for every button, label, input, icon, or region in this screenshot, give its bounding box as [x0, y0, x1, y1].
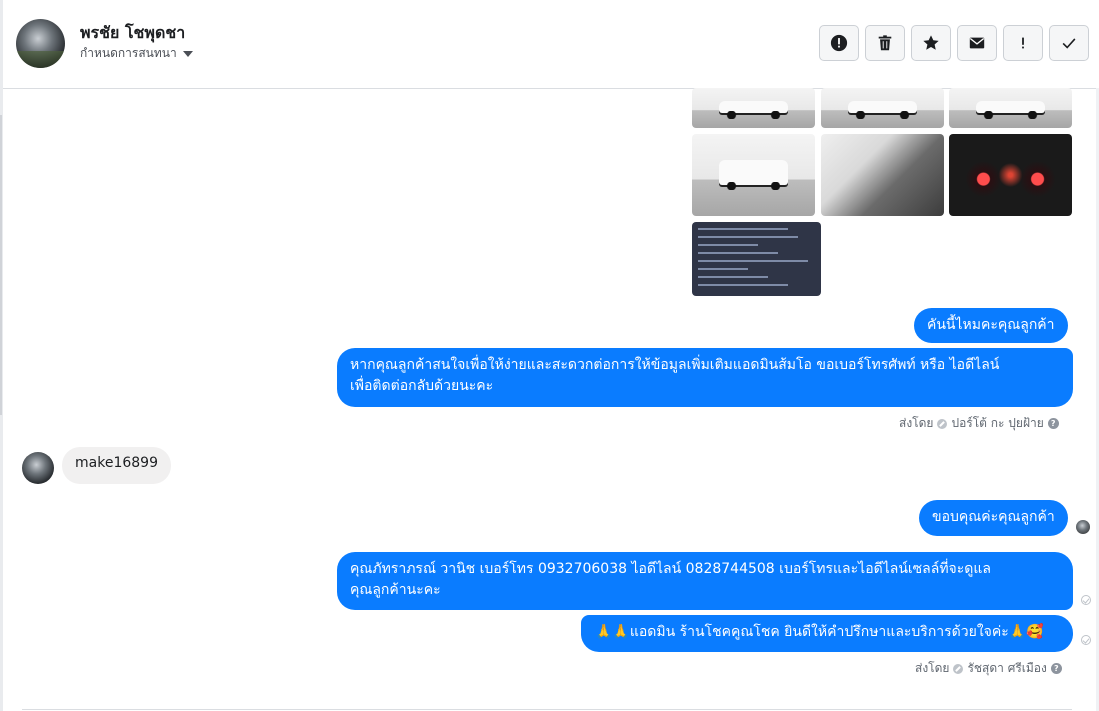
- conversation-toolbar: [819, 25, 1089, 61]
- sent-by-label: ส่งโดย: [899, 416, 934, 430]
- outgoing-message[interactable]: 🙏🙏แอดมิน ร้านโชคคูณโชค ยินดีให้คำปรึกษาแ…: [581, 615, 1073, 652]
- left-edge: [0, 0, 3, 711]
- sender-name[interactable]: รัชสุดา ศรีเมือง: [967, 659, 1046, 678]
- delivered-check-icon: [1081, 635, 1091, 645]
- message-text-line: หากคุณลูกค้าสนใจเพื่อให้ง่ายและสะดวกต่อก…: [350, 357, 1000, 373]
- car-dashboard-thumbnail[interactable]: [949, 134, 1072, 216]
- exclamation-icon: [1022, 37, 1024, 49]
- delivered-check-icon: [1081, 595, 1091, 605]
- left-scroll-indicator: [0, 115, 2, 415]
- outgoing-message[interactable]: คุณภัทราภรณ์ วานิช เบอร์โทร 0932706038 ไ…: [337, 552, 1073, 610]
- contact-avatar[interactable]: [16, 19, 65, 68]
- seen-avatar: [1076, 520, 1090, 534]
- caret-down-icon: [182, 50, 193, 57]
- help-icon[interactable]: ?: [1050, 663, 1062, 674]
- incoming-message[interactable]: make16899: [62, 447, 171, 484]
- car-photo-thumbnail[interactable]: [692, 88, 815, 128]
- star-button[interactable]: [911, 25, 951, 61]
- spam-button[interactable]: [1003, 25, 1043, 61]
- sent-by-info: ส่งโดย ปอร์โต้ กะ ปุยฝ้าย ?: [899, 414, 1059, 433]
- message-text-line: คุณลูกค้านะคะ: [350, 582, 441, 598]
- sent-by-info: ส่งโดย รัชสุดา ศรีเมือง ?: [915, 659, 1062, 678]
- composer-divider: [22, 709, 1072, 710]
- outgoing-message[interactable]: คันนี้ไหมคะคุณลูกค้า: [914, 308, 1068, 343]
- sender-name[interactable]: ปอร์โต้ กะ ปุยฝ้าย: [951, 414, 1043, 433]
- checkmark-icon: [1062, 38, 1076, 49]
- contact-name[interactable]: พรชัย โชพุดชา: [80, 21, 185, 46]
- conversation-header: พรชัย โชพุดชา กำหนดการสนทนา: [3, 0, 1099, 89]
- verified-icon: [953, 663, 964, 674]
- car-interior-thumbnail[interactable]: [821, 134, 944, 216]
- trash-icon: [878, 35, 892, 51]
- outgoing-message[interactable]: หากคุณลูกค้าสนใจเพื่อให้ง่ายและสะดวกต่อก…: [337, 348, 1073, 407]
- car-photo-thumbnail[interactable]: [949, 88, 1072, 128]
- mark-important-button[interactable]: [819, 25, 859, 61]
- car-photo-thumbnail[interactable]: [692, 134, 815, 216]
- document-thumbnail[interactable]: [692, 222, 821, 296]
- contact-avatar-small: [22, 452, 54, 484]
- delete-button[interactable]: [865, 25, 905, 61]
- alert-circle-icon: [830, 34, 848, 52]
- star-icon: [923, 35, 939, 50]
- message-text-line: คุณภัทราภรณ์ วานิช เบอร์โทร 0932706038 ไ…: [350, 561, 991, 577]
- message-text-line: เพื่อติดต่อกลับด้วยนะคะ: [350, 378, 494, 394]
- conversation-status-label: กำหนดการสนทนา: [80, 46, 177, 60]
- conversation-status-dropdown[interactable]: กำหนดการสนทนา: [80, 44, 193, 63]
- email-button[interactable]: [957, 25, 997, 61]
- outgoing-message[interactable]: ขอบคุณค่ะคุณลูกค้า: [919, 500, 1068, 536]
- help-icon[interactable]: ?: [1047, 418, 1059, 429]
- sent-by-label: ส่งโดย: [915, 661, 950, 675]
- car-photo-thumbnail[interactable]: [821, 88, 944, 128]
- mark-done-button[interactable]: [1049, 25, 1089, 61]
- image-attachment-grid: [692, 88, 1072, 298]
- verified-icon: [937, 418, 948, 429]
- envelope-icon: [969, 37, 985, 49]
